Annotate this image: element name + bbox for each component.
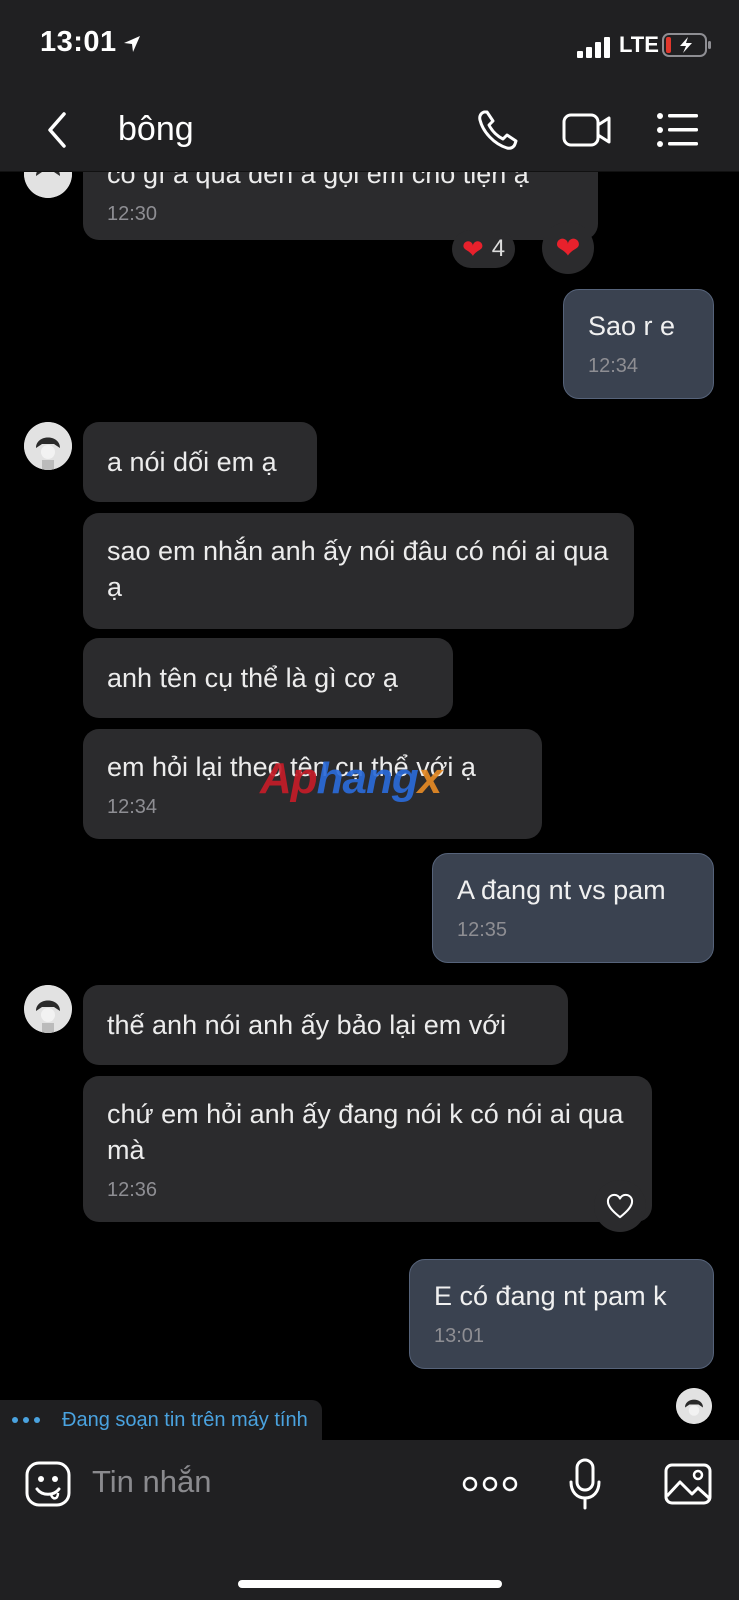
reaction-summary[interactable]: ❤ 4: [452, 230, 516, 268]
message-time: 13:01: [434, 1325, 485, 1347]
message-bubble[interactable]: sao em nhắn anh ấy nói đâu có nói ai qua…: [83, 513, 634, 629]
menu-list-icon[interactable]: [656, 110, 700, 150]
home-indicator[interactable]: [238, 1580, 502, 1588]
my-reaction[interactable]: ❤: [542, 222, 594, 274]
microphone-icon[interactable]: [568, 1458, 602, 1510]
message-bubble[interactable]: a nói dối em ạ: [83, 422, 317, 502]
network-type: LTE: [619, 32, 659, 57]
status-bar: 13:01 LTE: [0, 0, 739, 92]
message-text: E có đang nt pam k: [434, 1281, 667, 1311]
message-time: 12:30: [107, 203, 158, 225]
message-text: thế anh nói anh ấy bảo lại em với: [107, 1010, 506, 1040]
message-time: 12:35: [457, 919, 508, 941]
chat-header: bông: [0, 92, 739, 172]
add-reaction-button[interactable]: [594, 1180, 646, 1232]
message-time: 12:34: [588, 355, 639, 377]
back-icon[interactable]: [40, 110, 76, 150]
message-input-bar: Tin nhắn: [0, 1440, 739, 1600]
message-bubble[interactable]: có gì a qua đến a gọi em cho tiện ạ 12:3…: [83, 172, 598, 240]
contact-avatar[interactable]: [24, 985, 72, 1033]
watermark-logo: Aphangx: [260, 754, 442, 803]
reaction-count: 4: [491, 235, 506, 262]
more-options-icon[interactable]: [462, 1474, 518, 1494]
message-bubble[interactable]: E có đang nt pam k 13:01: [409, 1259, 714, 1369]
signal-icon: [577, 37, 610, 58]
chat-title[interactable]: bông: [118, 110, 194, 149]
message-list[interactable]: có gì a qua đến a gọi em cho tiện ạ 12:3…: [0, 172, 739, 1438]
image-gallery-icon[interactable]: [664, 1462, 712, 1506]
heart-emoji-icon: ❤: [462, 233, 484, 264]
battery-icon: [662, 33, 711, 57]
contact-avatar[interactable]: [24, 172, 72, 198]
location-arrow-icon: [124, 36, 140, 52]
message-text: Sao r e: [588, 311, 676, 341]
message-time: 12:36: [107, 1179, 158, 1201]
message-bubble[interactable]: thế anh nói anh ấy bảo lại em với: [83, 985, 568, 1065]
message-input[interactable]: Tin nhắn: [92, 1464, 212, 1500]
typing-text: Đang soạn tin trên máy tính: [62, 1408, 308, 1431]
heart-emoji-icon: ❤: [555, 231, 581, 265]
message-bubble[interactable]: anh tên cụ thể là gì cơ ạ: [83, 638, 453, 718]
message-text: có gì a qua đến a gọi em cho tiện ạ: [107, 172, 529, 189]
heart-outline-icon: [606, 1193, 634, 1219]
message-text: anh tên cụ thể là gì cơ ạ: [107, 663, 398, 693]
typing-dots-icon: [12, 1417, 48, 1423]
message-bubble[interactable]: chứ em hỏi anh ấy đang nói k có nói ai q…: [83, 1076, 652, 1222]
sticker-icon[interactable]: [24, 1460, 72, 1508]
message-text: A đang nt vs pam: [457, 875, 666, 905]
contact-avatar[interactable]: [24, 422, 72, 470]
typing-indicator: Đang soạn tin trên máy tính: [0, 1400, 322, 1440]
seen-avatar: [676, 1388, 712, 1424]
message-text: chứ em hỏi anh ấy đang nói k có nói ai q…: [107, 1099, 624, 1165]
video-call-icon[interactable]: [562, 110, 612, 150]
message-text: sao em nhắn anh ấy nói đâu có nói ai qua…: [107, 536, 609, 602]
status-time: 13:01: [40, 26, 117, 58]
message-text: a nói dối em ạ: [107, 447, 277, 477]
message-bubble[interactable]: A đang nt vs pam 12:35: [432, 853, 714, 963]
message-bubble[interactable]: Sao r e 12:34: [563, 289, 714, 399]
phone-call-icon[interactable]: [476, 108, 520, 152]
